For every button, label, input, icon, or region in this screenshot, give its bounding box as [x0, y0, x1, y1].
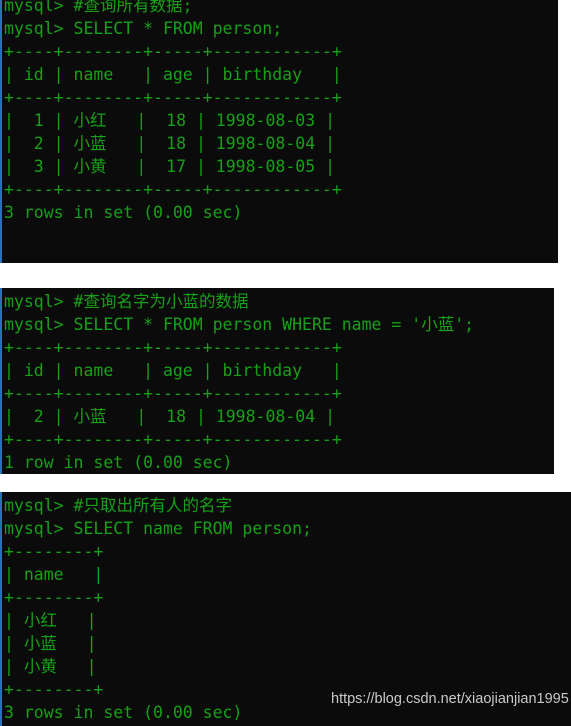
table-row: | 2 | 小蓝 | 18 | 1998-08-04 | — [4, 134, 336, 153]
table-row: | 1 | 小红 | 18 | 1998-08-03 | — [4, 111, 336, 130]
table-header-row: | id | name | age | birthday | — [4, 65, 342, 84]
terminal-output-area: mysql> #查询所有数据; mysql> SELECT * FROM per… — [2, 0, 558, 224]
table-border-top: +----+--------+-----+------------+ — [4, 42, 342, 61]
table-row: | 小红 | — [4, 611, 97, 630]
table-border-header: +--------+ — [4, 588, 104, 607]
table-border-bottom: +----+--------+-----+------------+ — [4, 430, 342, 449]
terminal-line: mysql> #只取出所有人的名字 — [4, 496, 232, 515]
result-status-text: 3 rows in set (0.00 sec) — [4, 703, 243, 722]
table-row: | 小黄 | — [4, 657, 97, 676]
terminal-line: mysql> SELECT name FROM person; — [4, 519, 312, 538]
table-border-header: +----+--------+-----+------------+ — [4, 88, 342, 107]
table-border-bottom: +--------+ — [4, 680, 104, 699]
table-row: | 2 | 小蓝 | 18 | 1998-08-04 | — [4, 407, 336, 426]
table-border-top: +----+--------+-----+------------+ — [4, 338, 342, 357]
table-border-top: +--------+ — [4, 542, 104, 561]
terminal-output-area: mysql> #只取出所有人的名字 mysql> SELECT name FRO… — [2, 494, 571, 724]
terminal-line: mysql> #查询名字为小蓝的数据 — [4, 292, 249, 311]
result-status-text: 3 rows in set (0.00 sec) — [4, 203, 243, 222]
table-border-header: +----+--------+-----+------------+ — [4, 384, 342, 403]
terminal-block-select-name[interactable]: mysql> #只取出所有人的名字 mysql> SELECT name FRO… — [0, 492, 571, 726]
table-row: | 小蓝 | — [4, 634, 97, 653]
terminal-line: mysql> #查询所有数据; — [4, 0, 193, 15]
table-header-row: | id | name | age | birthday | — [4, 361, 342, 380]
terminal-block-select-all[interactable]: mysql> #查询所有数据; mysql> SELECT * FROM per… — [0, 0, 558, 263]
result-status-text: 1 row in set (0.00 sec) — [4, 453, 233, 472]
terminal-line: mysql> SELECT * FROM person; — [4, 19, 283, 38]
table-header-row: | name | — [4, 565, 104, 584]
terminal-block-select-where[interactable]: mysql> #查询名字为小蓝的数据 mysql> SELECT * FROM … — [0, 288, 554, 474]
terminal-output-area: mysql> #查询名字为小蓝的数据 mysql> SELECT * FROM … — [2, 290, 554, 474]
table-border-bottom: +----+--------+-----+------------+ — [4, 180, 342, 199]
terminal-line: mysql> SELECT * FROM person WHERE name =… — [4, 315, 475, 334]
table-row: | 3 | 小黄 | 17 | 1998-08-05 | — [4, 157, 336, 176]
